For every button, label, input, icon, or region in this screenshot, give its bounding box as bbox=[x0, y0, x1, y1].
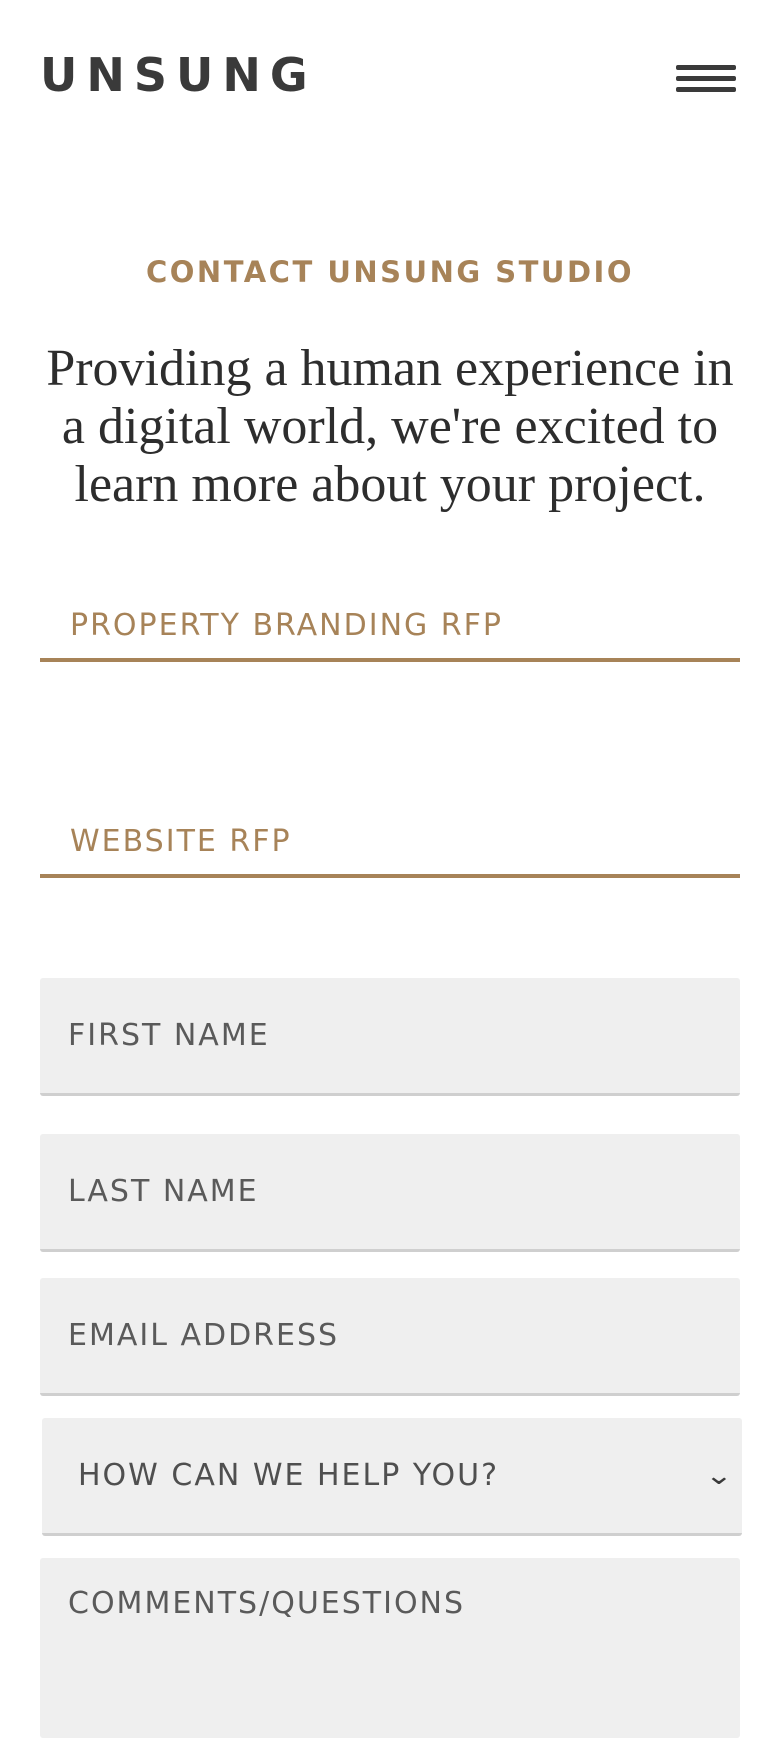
section-eyebrow: CONTACT UNSUNG STUDIO bbox=[146, 255, 634, 289]
page-headline: Providing a human experience in a digita… bbox=[46, 340, 734, 513]
menu-bar bbox=[676, 65, 736, 70]
site-header: UNSUNG bbox=[40, 40, 740, 110]
last-name-input[interactable] bbox=[40, 1134, 740, 1252]
website-rfp-link[interactable]: WEBSITE RFP bbox=[40, 808, 740, 878]
help-select[interactable]: HOW CAN WE HELP YOU? ⌄ bbox=[42, 1418, 742, 1536]
comments-textarea[interactable] bbox=[40, 1558, 740, 1738]
site-logo[interactable]: UNSUNG bbox=[40, 48, 317, 102]
property-branding-rfp-link[interactable]: PROPERTY BRANDING RFP bbox=[40, 592, 740, 662]
email-input[interactable] bbox=[40, 1278, 740, 1396]
chevron-down-icon: ⌄ bbox=[704, 1460, 734, 1491]
menu-bar bbox=[676, 76, 736, 81]
hamburger-menu-icon[interactable] bbox=[676, 54, 736, 96]
menu-bar bbox=[676, 87, 736, 92]
help-select-value: HOW CAN WE HELP YOU? bbox=[78, 1458, 500, 1493]
first-name-input[interactable] bbox=[40, 978, 740, 1096]
